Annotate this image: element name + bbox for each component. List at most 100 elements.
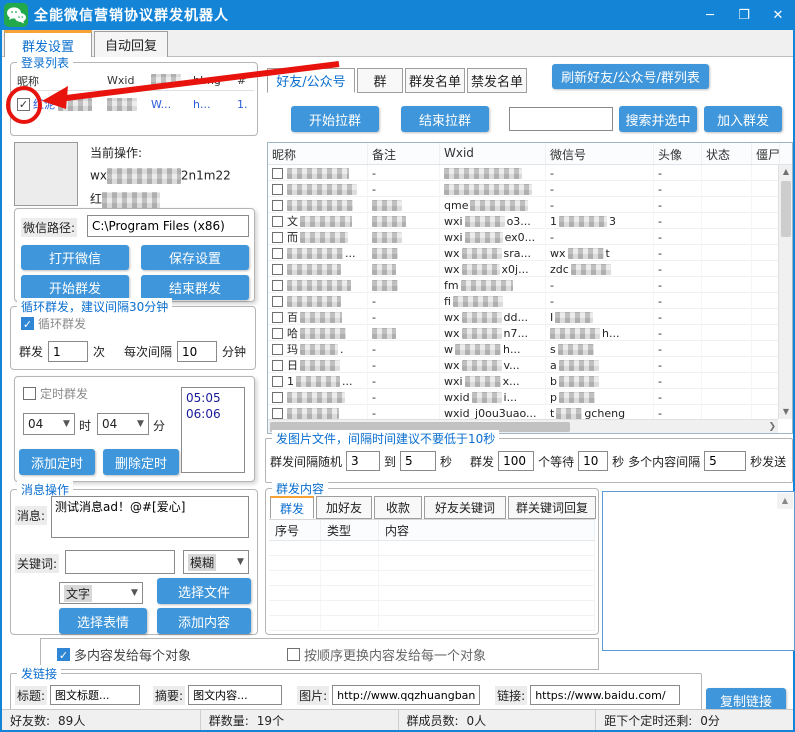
friend-wechat-id-cell: - xyxy=(546,229,654,245)
log-listbox[interactable]: ▲ xyxy=(602,491,795,651)
interval-input[interactable] xyxy=(177,341,217,362)
friend-row[interactable]: 日-wxv...a- xyxy=(268,357,778,373)
row-checkbox[interactable] xyxy=(272,232,283,243)
sequential-content-checkbox[interactable] xyxy=(287,648,300,661)
cell-text: t xyxy=(550,407,554,420)
content-tab-collect-payment[interactable]: 收款 xyxy=(374,496,422,519)
batch-count-input[interactable] xyxy=(498,451,534,471)
row-checkbox[interactable] xyxy=(272,328,283,339)
row-checkbox[interactable] xyxy=(272,264,283,275)
add-timer-button[interactable]: 添加定时 xyxy=(19,449,95,475)
interval-max-input[interactable] xyxy=(400,451,436,471)
friend-row[interactable]: ...wxsra...wxt- xyxy=(268,245,778,261)
row-checkbox[interactable] xyxy=(272,296,283,307)
minimize-button[interactable]: ─ xyxy=(693,0,727,30)
close-button[interactable]: ✕ xyxy=(761,0,795,30)
tab-friends-official[interactable]: 好友/公众号 xyxy=(267,68,355,93)
friend-row[interactable]: fm-- xyxy=(268,277,778,293)
scrollbar-thumb[interactable] xyxy=(781,181,791,237)
friend-zombie-cell xyxy=(752,277,778,293)
friend-row[interactable]: 玛.-wh...s- xyxy=(268,341,778,357)
friend-row[interactable]: -wxidi...p- xyxy=(268,389,778,405)
content-tab-group-keyword-reply[interactable]: 群关键词回复 xyxy=(508,496,596,519)
timer-list[interactable]: 05:0506:06 xyxy=(181,387,245,473)
match-mode-select[interactable]: 模糊▼ xyxy=(183,550,249,574)
redacted-text xyxy=(102,192,160,208)
tab-mass-send-settings[interactable]: 群发设置 xyxy=(4,30,92,57)
end-mass-send-button[interactable]: 结束群发 xyxy=(141,275,249,300)
select-emoji-button[interactable]: 选择表情 xyxy=(59,608,147,634)
add-to-send-button[interactable]: 加入群发 xyxy=(704,106,782,132)
row-checkbox[interactable] xyxy=(272,408,283,419)
tab-auto-reply[interactable]: 自动回复 xyxy=(94,31,168,57)
keyword-input[interactable] xyxy=(65,550,175,574)
tab-send-list[interactable]: 群发名单 xyxy=(405,68,465,93)
scroll-up-icon[interactable]: ▲ xyxy=(779,165,793,179)
send-times-unit: 次 xyxy=(93,343,105,360)
tab-ban-list[interactable]: 禁发名单 xyxy=(467,68,527,93)
scroll-right-icon[interactable]: ❯ xyxy=(768,420,776,434)
start-pull-group-button[interactable]: 开始拉群 xyxy=(291,106,379,132)
link-url-input[interactable] xyxy=(530,685,680,705)
row-checkbox[interactable] xyxy=(272,184,283,195)
send-times-input[interactable] xyxy=(48,341,88,362)
wechat-path-input[interactable] xyxy=(87,215,249,237)
maximize-button[interactable]: ❐ xyxy=(727,0,761,30)
row-checkbox[interactable] xyxy=(272,248,283,259)
wait-seconds-input[interactable] xyxy=(578,451,608,471)
search-select-button[interactable]: 搜索并选中 xyxy=(619,106,697,132)
friend-row[interactable]: --- xyxy=(268,181,778,197)
link-picture-input[interactable] xyxy=(332,685,480,705)
interval-min-input[interactable] xyxy=(346,451,380,471)
row-checkbox[interactable] xyxy=(272,376,283,387)
content-type-select[interactable]: 文字▼ xyxy=(59,582,143,604)
row-checkbox[interactable] xyxy=(272,344,283,355)
login-row[interactable]: 红泥 W... h... 1. xyxy=(14,91,254,117)
row-checkbox[interactable] xyxy=(272,392,283,403)
login-row-checkbox[interactable] xyxy=(17,98,30,111)
row-checkbox[interactable] xyxy=(272,216,283,227)
friend-row[interactable]: 文wxio3...13- xyxy=(268,213,778,229)
minute-select[interactable]: 04▼ xyxy=(97,413,149,435)
timer-list-item[interactable]: 06:06 xyxy=(186,406,240,422)
link-digest-input[interactable] xyxy=(188,685,282,705)
timer-list-item[interactable]: 05:05 xyxy=(186,390,240,406)
tab-groups[interactable]: 群 xyxy=(357,68,403,93)
multi-content-per-target-checkbox[interactable] xyxy=(57,648,70,661)
friend-row[interactable]: -wxid_j0ou3uao...tgcheng- xyxy=(268,405,778,419)
scroll-down-icon[interactable]: ▼ xyxy=(779,405,793,419)
add-content-button[interactable]: 添加内容 xyxy=(157,608,251,634)
friend-row[interactable]: qme-- xyxy=(268,197,778,213)
friend-row[interactable]: 百-wxdd...I- xyxy=(268,309,778,325)
friend-row[interactable]: -fi-- xyxy=(268,293,778,309)
content-tab-friend-keyword[interactable]: 好友关键词 xyxy=(424,496,506,519)
open-wechat-button[interactable]: 打开微信 xyxy=(21,245,129,270)
multi-content-interval-input[interactable] xyxy=(704,451,746,471)
refresh-lists-button[interactable]: 刷新好友/公众号/群列表 xyxy=(552,64,709,89)
content-tab-mass-send[interactable]: 群发 xyxy=(270,496,314,519)
save-settings-button[interactable]: 保存设置 xyxy=(141,245,249,270)
end-pull-group-button[interactable]: 结束拉群 xyxy=(401,106,489,132)
friend-row[interactable]: --- xyxy=(268,165,778,181)
link-title-input[interactable] xyxy=(50,685,140,705)
scroll-up-icon[interactable]: ▲ xyxy=(777,493,793,509)
row-checkbox[interactable] xyxy=(272,280,283,291)
hour-select[interactable]: 04▼ xyxy=(23,413,75,435)
delete-timer-button[interactable]: 删除定时 xyxy=(103,449,179,475)
row-checkbox[interactable] xyxy=(272,312,283,323)
search-input[interactable] xyxy=(509,107,613,131)
friend-row[interactable]: 1...-wxix...b- xyxy=(268,373,778,389)
friend-row[interactable]: wxx0j...zdc- xyxy=(268,261,778,277)
row-checkbox[interactable] xyxy=(272,168,283,179)
loop-send-checkbox[interactable] xyxy=(21,317,34,330)
friend-row[interactable]: 哈wxn7...h...- xyxy=(268,325,778,341)
row-checkbox[interactable] xyxy=(272,360,283,371)
friend-row[interactable]: 而wxiex0...-- xyxy=(268,229,778,245)
select-file-button[interactable]: 选择文件 xyxy=(157,578,251,604)
content-tab-add-friend[interactable]: 加好友 xyxy=(316,496,372,519)
row-checkbox[interactable] xyxy=(272,200,283,211)
start-mass-send-button[interactable]: 开始群发 xyxy=(21,275,129,300)
message-input[interactable]: 测试消息ad！@#[爱心] xyxy=(51,496,249,538)
scheduled-send-checkbox[interactable] xyxy=(23,387,36,400)
vertical-scrollbar[interactable]: ▲ ▼ xyxy=(778,165,792,419)
